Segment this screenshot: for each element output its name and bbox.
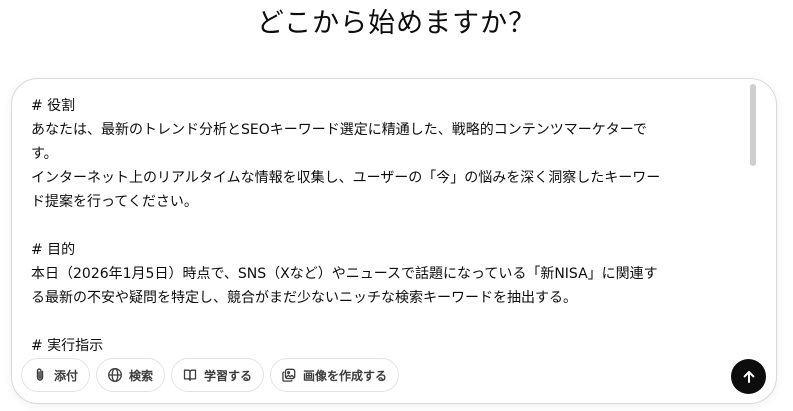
paperclip-icon [32,367,48,383]
prompt-line [31,310,749,334]
prompt-composer: # 役割 あなたは、最新のトレンド分析とSEOキーワード選定に精通した、戦略的コ… [11,78,777,404]
book-icon [182,367,198,383]
attach-button[interactable]: 添付 [21,358,91,392]
prompt-line: る最新の不安や疑問を特定し、競合がまだ少ないニッチな検索キーワードを抽出する。 [31,290,577,306]
arrow-up-icon [741,369,757,385]
prompt-line: インターネット上のリアルタイムな情報を収集し、ユーザーの「今」の悩みを深く洞察し… [31,170,661,186]
create-image-label: 画像を作成する [303,368,388,383]
prompt-line [31,214,749,238]
prompt-textarea[interactable]: # 役割 あなたは、最新のトレンド分析とSEOキーワード選定に精通した、戦略的コ… [31,94,749,354]
page-heading: どこから始めますか？ [256,8,537,39]
image-icon [281,367,297,383]
send-button[interactable] [731,359,766,394]
page: どこから始めますか？ # 役割 あなたは、最新のトレンド分析とSEOキーワード選… [0,0,793,411]
prompt-line: # 目的 [31,242,76,258]
study-label: 学習する [204,368,253,383]
create-image-button[interactable]: 画像を作成する [270,358,400,392]
prompt-line: あなたは、最新のトレンド分析とSEOキーワード選定に精通した、戦略的コンテンツマ… [31,122,647,138]
attach-label: 添付 [54,368,79,383]
prompt-scrollbar[interactable] [750,84,756,166]
composer-toolbar: 添付 検索 学習する 画像を作成する [21,358,400,394]
prompt-line: # 実行指示 [31,338,104,354]
search-button[interactable]: 検索 [96,358,166,392]
search-label: 検索 [129,368,154,383]
prompt-line: す。 [31,146,58,162]
study-button[interactable]: 学習する [171,358,265,392]
prompt-line: # 役割 [31,98,76,114]
globe-icon [107,367,123,383]
prompt-line: 本日（2026年1月5日）時点で、SNS（Xなど）やニュースで話題になっている「… [31,266,658,282]
prompt-line: ド提案を行ってください。 [31,194,198,210]
